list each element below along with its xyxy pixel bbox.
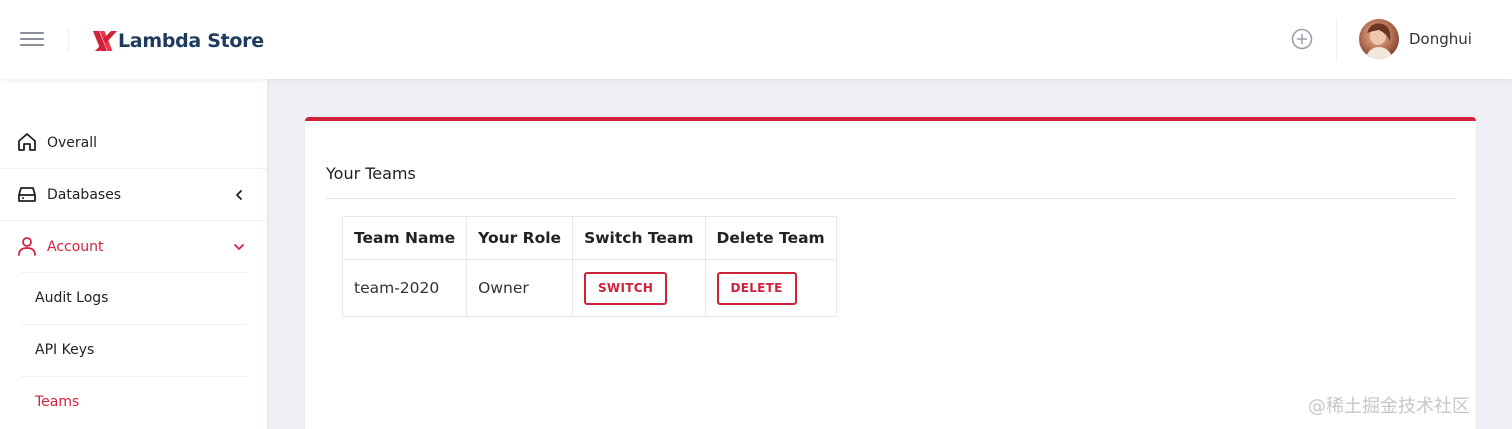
- sidebar-item-label: Overall: [47, 135, 98, 151]
- hamburger-menu-icon[interactable]: [20, 30, 44, 48]
- role-cell: Owner: [466, 259, 574, 317]
- column-header-switch-team: Switch Team: [572, 216, 706, 260]
- sidebar-subitem-audit-logs[interactable]: Audit Logs: [20, 273, 247, 325]
- page-title: Your Teams: [326, 164, 416, 183]
- switch-team-button[interactable]: SWITCH: [584, 271, 668, 305]
- avatar-image: [1365, 23, 1393, 59]
- column-header-delete-team: Delete Team: [704, 216, 837, 260]
- user-icon: [18, 237, 36, 256]
- sidebar-subitem-label: API Keys: [35, 342, 95, 358]
- brand-name: Lambda Store: [118, 30, 264, 52]
- sidebar-item-overall[interactable]: Overall: [0, 117, 267, 169]
- title-divider: [326, 198, 1456, 199]
- add-circle-icon[interactable]: [1290, 27, 1314, 51]
- delete-team-button[interactable]: DELETE: [716, 271, 797, 305]
- user-name[interactable]: Donghui: [1409, 30, 1472, 48]
- database-icon: [18, 187, 36, 202]
- sidebar-subitem-teams[interactable]: Teams: [20, 377, 247, 429]
- column-header-your-role: Your Role: [466, 216, 574, 260]
- home-icon: [18, 133, 36, 151]
- table-header-row: Team Name Your Role Switch Team Delete T…: [341, 216, 837, 260]
- user-avatar[interactable]: [1359, 19, 1399, 59]
- chevron-left-icon: [236, 190, 242, 200]
- column-header-team-name: Team Name: [341, 216, 468, 260]
- header-divider: [68, 28, 69, 52]
- sidebar-subitem-label: Audit Logs: [35, 290, 109, 306]
- watermark: @稀土掘金技术社区: [1308, 396, 1470, 417]
- sidebar-item-label: Account: [47, 239, 104, 255]
- teams-card: Your Teams Team Name Your Role Switch Te…: [305, 117, 1476, 429]
- sidebar-subitem-api-keys[interactable]: API Keys: [20, 325, 247, 377]
- sidebar-item-account[interactable]: Account: [0, 221, 267, 273]
- delete-cell: DELETE: [704, 259, 837, 317]
- sidebar: Overall Databases Account Audit Logs API…: [0, 79, 267, 429]
- team-name-cell: team-2020: [341, 259, 468, 317]
- chevron-down-icon: [234, 244, 244, 250]
- teams-table: Team Name Your Role Switch Team Delete T…: [341, 216, 837, 317]
- brand-logo[interactable]: Lambda Store: [92, 28, 264, 54]
- switch-cell: SWITCH: [572, 259, 706, 317]
- table-row: team-2020 Owner SWITCH DELETE: [341, 259, 837, 317]
- sidebar-item-databases[interactable]: Databases: [0, 169, 267, 221]
- sidebar-item-label: Databases: [47, 187, 122, 203]
- lambda-logo-icon: [93, 31, 117, 51]
- header-divider: [1336, 18, 1337, 62]
- sidebar-subitem-label: Teams: [35, 394, 80, 410]
- top-header: Lambda Store Donghui: [0, 0, 1512, 79]
